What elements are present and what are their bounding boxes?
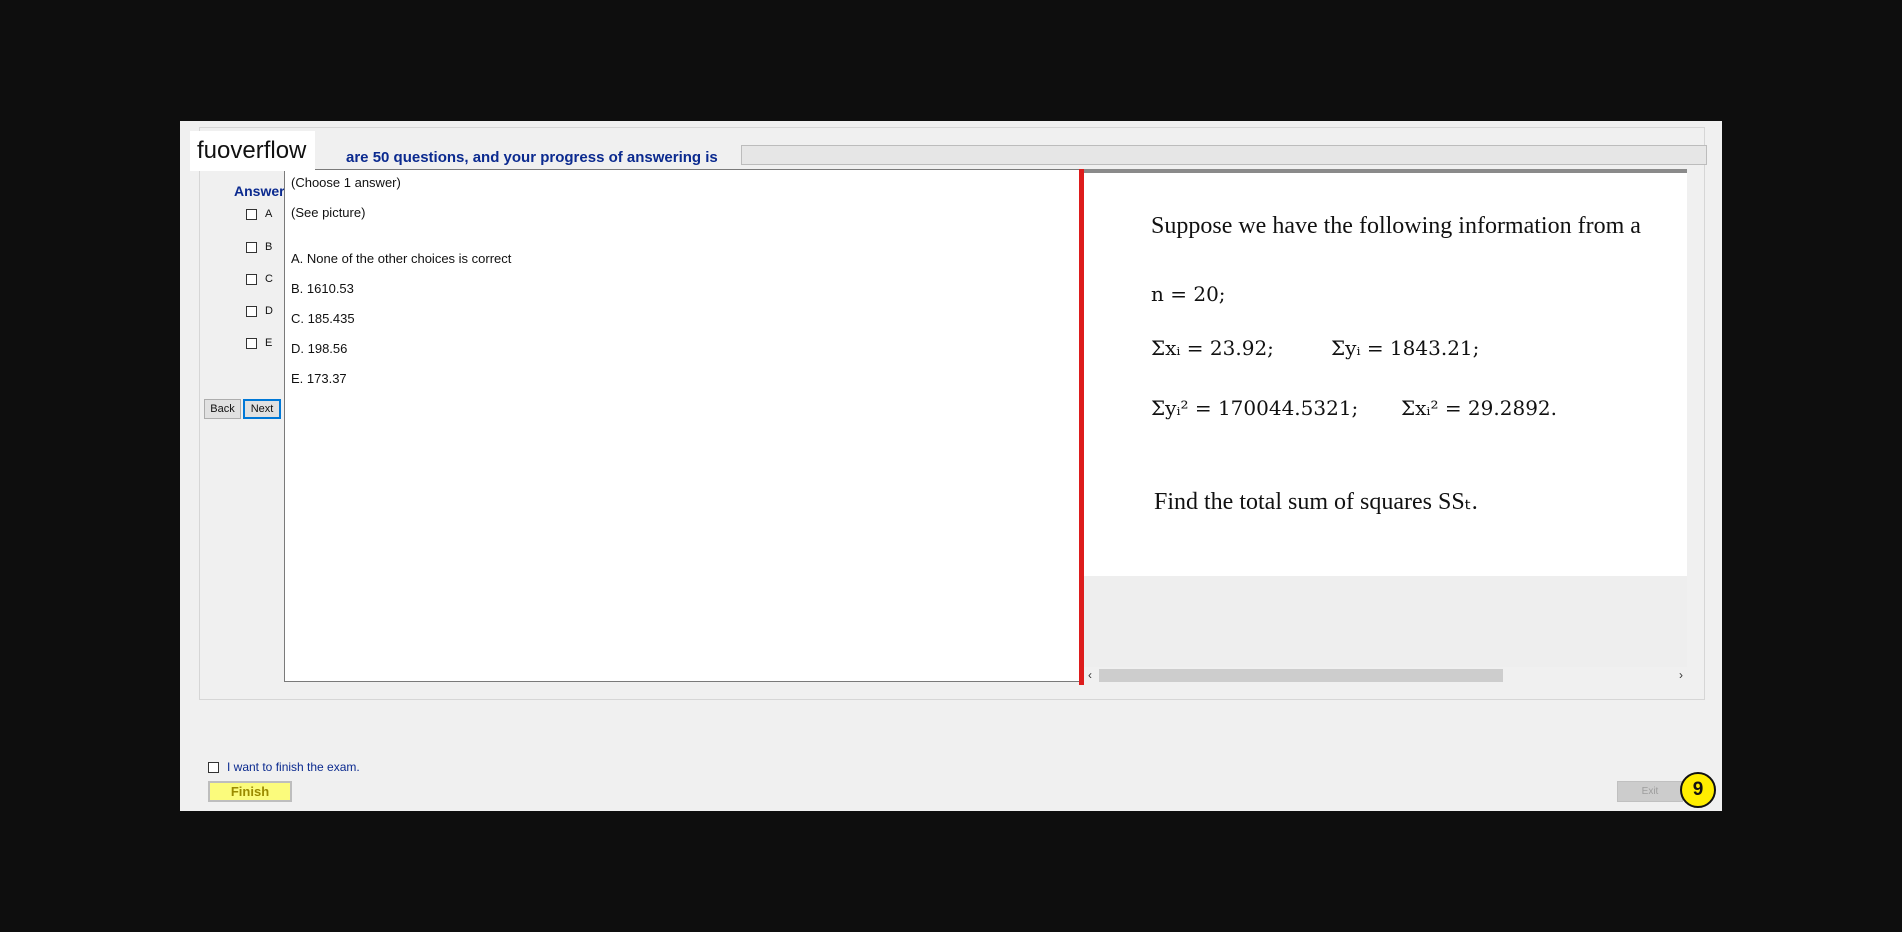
picture-sum-x2: Σxᵢ² = 29.2892. [1401, 396, 1557, 420]
scroll-left-icon[interactable]: ‹ [1088, 667, 1092, 684]
answer-title: Answer [234, 183, 285, 199]
question-picture: Suppose we have the following informatio… [1084, 169, 1687, 576]
choice-a: A. None of the other choices is correct [291, 251, 512, 266]
question-number-badge: 9 [1680, 772, 1716, 808]
choice-e: E. 173.37 [291, 371, 347, 386]
picture-horizontal-scrollbar[interactable]: ‹ › [1084, 667, 1687, 684]
progress-text: are 50 questions, and your progress of a… [346, 149, 718, 166]
option-d-checkbox[interactable] [246, 305, 257, 317]
picture-task: Find the total sum of squares SSₜ. [1154, 489, 1478, 515]
option-e-checkbox[interactable] [246, 337, 257, 349]
option-c-checkbox[interactable] [246, 273, 257, 285]
option-a-label: A [265, 208, 273, 220]
next-button[interactable]: Next [243, 399, 281, 419]
exit-button[interactable]: Exit [1617, 781, 1683, 802]
option-a[interactable]: A [246, 208, 272, 220]
option-c[interactable]: C [246, 273, 273, 285]
picture-sum-x: Σxᵢ = 23.92; [1151, 336, 1274, 360]
option-a-checkbox[interactable] [246, 208, 257, 220]
picture-intro: Suppose we have the following informatio… [1151, 213, 1641, 239]
brand-logo: fuoverflow [190, 131, 315, 171]
exam-window: are 50 questions, and your progress of a… [180, 121, 1722, 811]
back-button[interactable]: Back [204, 399, 241, 419]
finish-confirm-label: I want to finish the exam. [227, 760, 360, 774]
question-note: (See picture) [291, 205, 366, 220]
exam-panel: are 50 questions, and your progress of a… [199, 127, 1707, 700]
option-b-label: B [265, 241, 273, 253]
option-e[interactable]: E [246, 337, 272, 349]
scrollbar-thumb[interactable] [1099, 669, 1503, 682]
option-d[interactable]: D [246, 305, 273, 317]
finish-button[interactable]: Finish [208, 781, 292, 802]
picture-empty-area [1084, 576, 1687, 667]
progress-bar [741, 145, 1707, 165]
finish-confirm-checkbox[interactable] [208, 761, 219, 773]
option-c-label: C [265, 273, 273, 285]
option-e-label: E [265, 337, 273, 349]
option-b[interactable]: B [246, 241, 272, 253]
option-d-label: D [265, 305, 273, 317]
choice-d: D. 198.56 [291, 341, 348, 356]
choice-c: C. 185.435 [291, 311, 355, 326]
picture-n: n = 20; [1151, 282, 1226, 306]
finish-confirm[interactable]: I want to finish the exam. [208, 760, 360, 774]
option-b-checkbox[interactable] [246, 241, 257, 253]
scroll-right-icon[interactable]: › [1679, 667, 1683, 684]
picture-sum-y: Σyᵢ = 1843.21; [1331, 336, 1480, 360]
picture-sum-y2: Σyᵢ² = 170044.5321; [1151, 396, 1359, 420]
question-instruction: (Choose 1 answer) [291, 175, 401, 190]
choice-b: B. 1610.53 [291, 281, 354, 296]
question-text-area[interactable]: (Choose 1 answer) (See picture) A. None … [284, 169, 1079, 682]
